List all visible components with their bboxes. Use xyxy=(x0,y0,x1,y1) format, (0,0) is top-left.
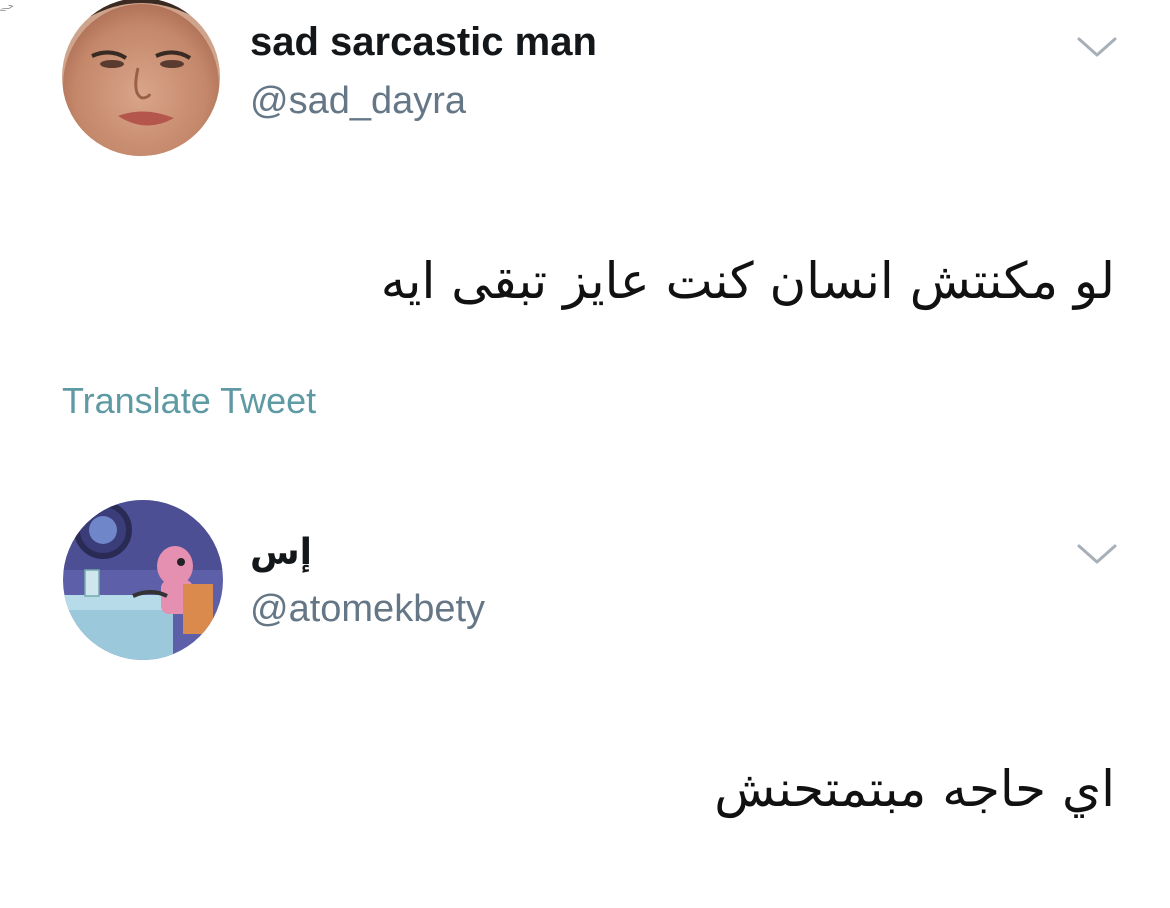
avatar[interactable] xyxy=(63,500,223,660)
user-handle[interactable]: @atomekbety xyxy=(250,588,485,631)
display-name[interactable]: إس xyxy=(250,532,312,573)
chevron-down-icon[interactable] xyxy=(1075,540,1119,568)
chevron-down-icon[interactable] xyxy=(1075,33,1119,61)
translate-tweet-link[interactable]: Translate Tweet xyxy=(62,380,316,422)
tweet-text: لو مكنتش انسان كنت عايز تبقى ايه xyxy=(380,252,1115,310)
profile-photo-man-icon xyxy=(62,0,220,156)
display-name[interactable]: sad sarcastic man xyxy=(250,20,597,65)
cartoon-character-at-table-icon xyxy=(63,500,223,660)
tweet-reply: إس @atomekbety اي حاجه مبتمتحنش xyxy=(0,460,1170,908)
tweet-original: sad sarcastic man @sad_dayra لو مكنتش ان… xyxy=(0,0,1170,460)
tweet-text: اي حاجه مبتمتحنش xyxy=(714,760,1115,818)
avatar[interactable] xyxy=(62,0,220,156)
user-handle[interactable]: @sad_dayra xyxy=(250,80,466,123)
